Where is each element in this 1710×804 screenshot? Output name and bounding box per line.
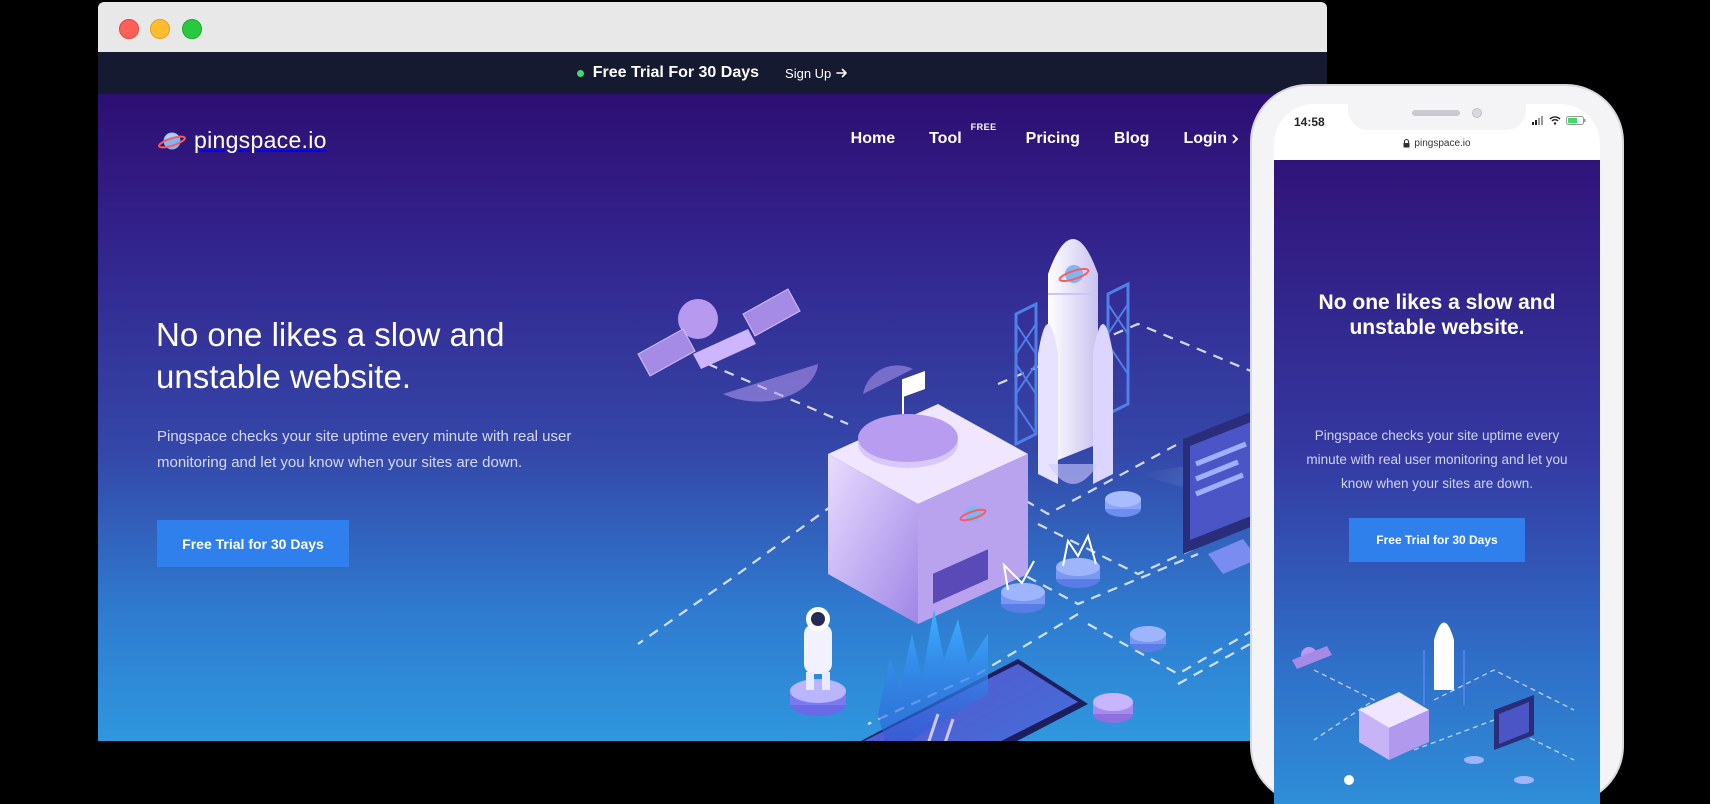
- arrow-right-icon: [836, 68, 848, 78]
- mobile-subtext: Pingspace checks your site uptime every …: [1306, 428, 1568, 491]
- signal-icon: [1532, 116, 1543, 125]
- promo-bar: Free Trial For 30 Days Sign Up: [98, 52, 1327, 94]
- desktop-browser-window: Free Trial For 30 Days Sign Up pingspace…: [98, 2, 1327, 741]
- hero-section: pingspace.io Home Tool FREE Pricing Blog…: [98, 94, 1327, 741]
- minimize-window-button[interactable]: [150, 19, 170, 39]
- mobile-time: 14:58: [1294, 115, 1325, 129]
- phone-notch: [1348, 104, 1526, 130]
- battery-icon: [1566, 116, 1586, 125]
- nav-blog[interactable]: Blog: [1114, 130, 1150, 148]
- nav-tool[interactable]: Tool FREE: [929, 122, 996, 148]
- nav-login-label: Login: [1183, 130, 1227, 147]
- logo-link[interactable]: pingspace.io: [158, 127, 327, 154]
- maximize-window-button[interactable]: [182, 19, 202, 39]
- promo-text: Free Trial For 30 Days: [592, 64, 760, 81]
- mobile-free-trial-button[interactable]: Free Trial for 30 Days: [1349, 518, 1525, 562]
- phone-screen: 14:58 pingspace.io No one likes a slow a…: [1274, 104, 1600, 804]
- satellite-icon: [637, 288, 818, 402]
- nav-tool-label: Tool: [929, 130, 962, 147]
- isometric-space-illustration: [637, 239, 1327, 741]
- speaker-icon: [1412, 110, 1460, 116]
- chevron-right-icon: [1232, 134, 1239, 144]
- mobile-phone-mockup: 14:58 pingspace.io No one likes a slow a…: [1250, 84, 1624, 804]
- main-nav: Home Tool FREE Pricing Blog Login: [851, 122, 1239, 148]
- nav-home[interactable]: Home: [851, 130, 895, 148]
- camera-icon: [1472, 108, 1482, 118]
- free-trial-button[interactable]: Free Trial for 30 Days: [157, 520, 349, 567]
- mobile-hero-section: No one likes a slow and unstable website…: [1274, 160, 1600, 804]
- nav-login[interactable]: Login: [1183, 130, 1239, 148]
- rocket-icon: [1014, 239, 1130, 484]
- mobile-status-bar: 14:58: [1274, 104, 1600, 130]
- hero-headline: No one likes a slow and unstable website…: [156, 316, 505, 395]
- mobile-space-illustration: [1292, 622, 1575, 785]
- mobile-url-bar[interactable]: pingspace.io: [1274, 132, 1600, 154]
- nav-pricing[interactable]: Pricing: [1026, 130, 1080, 148]
- logo-text: pingspace.io: [194, 127, 327, 153]
- browser-titlebar: [98, 2, 1327, 52]
- astronaut-icon: [790, 607, 846, 716]
- status-icons: [1532, 116, 1586, 125]
- close-window-button[interactable]: [119, 19, 139, 39]
- sign-up-link[interactable]: Sign Up: [785, 66, 848, 81]
- data-center-building-icon: [828, 365, 1028, 624]
- wifi-icon: [1549, 116, 1561, 125]
- sign-up-label: Sign Up: [785, 65, 832, 81]
- smartphone-chart-icon: [860, 609, 1088, 741]
- planet-logo-icon: [158, 132, 186, 149]
- mobile-url-text: pingspace.io: [1414, 137, 1471, 149]
- hero-subtext: Pingspace checks your site uptime every …: [157, 428, 572, 471]
- lock-icon: [1403, 138, 1410, 147]
- status-dot-icon: [576, 69, 584, 77]
- free-badge: FREE: [970, 122, 997, 132]
- mobile-headline: No one likes a slow and unstable website…: [1318, 291, 1556, 339]
